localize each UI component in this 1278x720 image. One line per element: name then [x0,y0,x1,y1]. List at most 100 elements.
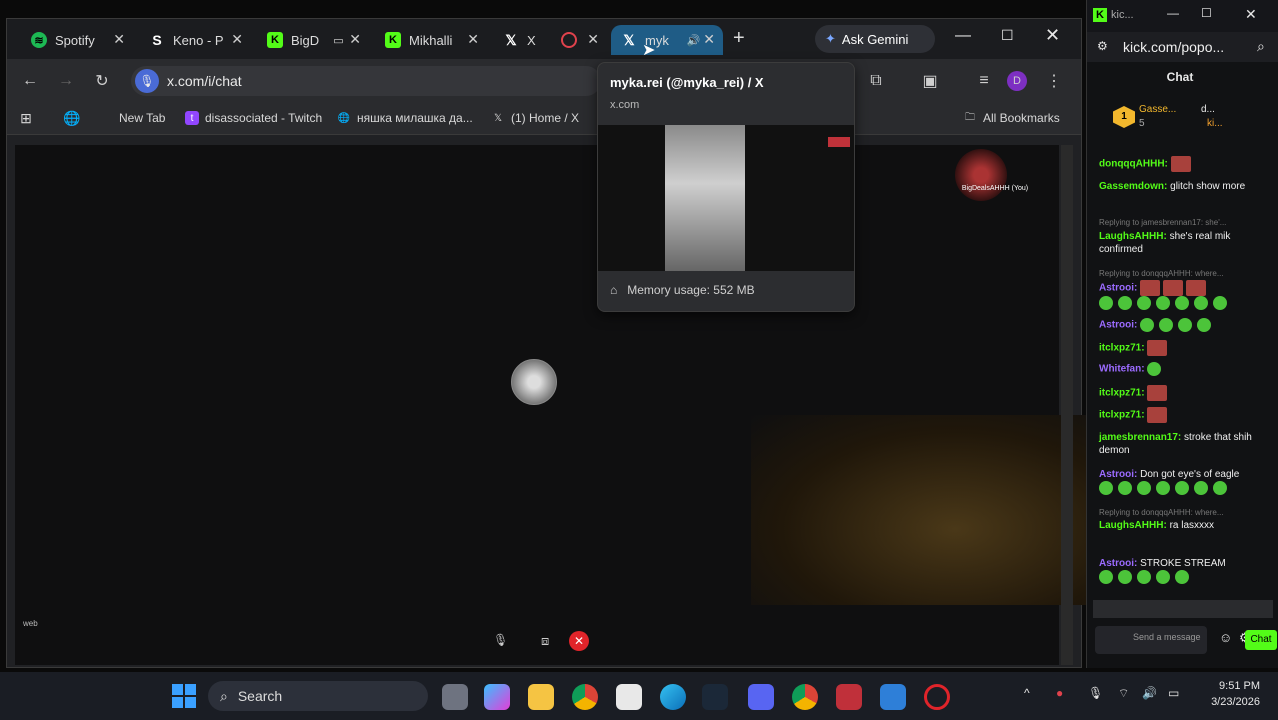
bookmark-new-tab[interactable]: New Tab [119,111,165,125]
mic-icon[interactable]: 🎙 [135,69,159,93]
close-icon[interactable]: ✕ [113,31,125,48]
close-window-button[interactable]: ✕ [1245,6,1257,23]
maximize-button[interactable]: ☐ [1201,6,1212,20]
chrome-icon[interactable] [572,684,598,710]
emote-bar[interactable] [1093,600,1273,618]
end-call-button[interactable]: ✕ [569,631,589,651]
chat-window-title: kic... [1111,9,1134,21]
clock-date[interactable]: 3/23/2026 [1196,696,1260,708]
mouse-cursor-icon: ➤ [642,42,656,59]
browser-window: ≋ Spotify ✕ S Keno - P ✕ K BigD ▭ ✕ K Mi… [6,18,1091,668]
memory-icon: ⌂ [610,283,618,297]
minimize-button[interactable]: — [1167,6,1179,20]
hover-preview-image [598,125,854,271]
call-view: BigDealsAHHH (You) web 🎙 ⧈ ✕ [15,145,1091,665]
tab-keno[interactable]: S Keno - P ✕ [139,25,251,55]
menu-icon[interactable]: ⋮ [1043,70,1065,92]
maximize-button[interactable]: ☐ [1001,27,1014,44]
chrome-profile-icon[interactable] [792,684,818,710]
scrollbar[interactable] [1061,145,1073,665]
copilot-icon[interactable] [484,684,510,710]
reply-context: Replying to donqqqAHHH: where... [1099,508,1224,517]
close-icon[interactable]: ✕ [231,31,243,48]
chat-message: itclxpz71: [1099,407,1267,423]
new-tab-button[interactable]: + [733,27,745,50]
opera-icon[interactable] [924,684,950,710]
close-icon[interactable]: ✕ [587,31,599,48]
task-view-icon[interactable] [442,684,468,710]
tab-hover-card: myka.rei (@myka_rei) / X x.com ⌂ Memory u… [597,62,855,312]
forward-button[interactable]: → [55,70,77,92]
extensions-icon[interactable]: ⧉ [865,70,887,92]
hover-title: myka.rei (@myka_rei) / X [610,75,764,90]
app-icon-red[interactable] [836,684,862,710]
bookmark-nyashka[interactable]: 🌐 няшка милашка да... [337,111,473,125]
file-explorer-icon[interactable] [528,684,554,710]
discord-icon[interactable] [748,684,774,710]
tab-spotify[interactable]: ≋ Spotify ✕ [21,25,133,55]
tab-record[interactable]: ✕ [551,25,607,55]
ask-gemini-label: Ask Gemini [841,31,909,47]
battery-icon[interactable]: ▭ [1168,686,1179,700]
site-settings-icon[interactable]: ⚙ [1097,39,1108,53]
record-icon[interactable]: ● [1056,686,1063,700]
chat-message: itclxpz71: [1099,340,1267,356]
minimize-button[interactable]: — [955,27,971,45]
windows-start-icon[interactable] [172,684,196,708]
profile-avatar[interactable]: D [1007,71,1027,91]
media-control-icon[interactable]: ≡ [973,70,995,92]
send-chat-button[interactable]: Chat [1245,630,1277,650]
apps-icon[interactable]: ⊞ [19,110,39,126]
speaker-icon[interactable]: 🔊 [687,34,701,47]
tab-x[interactable]: 𝕏 X [493,25,549,55]
close-icon[interactable]: ✕ [703,31,715,48]
globe-icon: 🌐 [337,112,351,124]
globe-icon[interactable]: 🌐 [63,110,85,126]
all-bookmarks[interactable]: 🗀 All Bookmarks [963,111,1060,125]
tab-mikhalli[interactable]: K Mikhalli ✕ [375,25,487,55]
store-icon[interactable] [616,684,642,710]
volume-icon[interactable]: 🔊 [1142,686,1157,700]
tab-bigd[interactable]: K BigD ▭ ✕ [257,25,369,55]
chat-input[interactable]: Send a message [1095,626,1207,654]
reply-context: Replying to donqqqAHHH: where... [1099,269,1224,278]
close-icon[interactable]: ✕ [349,31,361,48]
bookmark-twitch[interactable]: t disassociated - Twitch [185,111,322,125]
chat-message: LaughsAHHH: she's real mik confirmed [1099,231,1231,255]
participant-avatar [511,359,557,405]
tab-myka[interactable]: 𝕏 myk 🔊 ✕ [611,25,723,55]
top-gifter-name: Gasse... [1139,104,1177,115]
ask-gemini-button[interactable]: ✦ Ask Gemini [815,25,935,53]
close-window-button[interactable]: ✕ [1045,25,1060,46]
mute-button[interactable]: 🎙 [493,633,508,647]
share-screen-button[interactable]: ⧈ [541,633,549,649]
steam-icon[interactable] [702,684,728,710]
chat-message: LaughsAHHH: ra lasxxxx [1099,520,1215,531]
chat-message: donqqqAHHH: [1099,156,1267,172]
chat-message: Astrooi: [1099,318,1267,332]
wifi-icon[interactable]: ⌔ [1118,686,1129,701]
mic-icon[interactable]: 🎙 [1088,686,1103,700]
self-avatar [955,149,1007,201]
taskbar-search[interactable]: ⌕ Search [208,681,428,711]
emoji-icon[interactable]: ☺ [1219,630,1232,645]
tab-strip: ≋ Spotify ✕ S Keno - P ✕ K BigD ▭ ✕ K Mi… [7,19,1081,59]
chat-address-bar[interactable]: ⚙ kick.com/popo... ⌕ [1087,32,1278,62]
reload-button[interactable]: ↻ [91,70,113,92]
clock-time[interactable]: 9:51 PM [1206,680,1260,692]
gemini-icon: ✦ [825,31,836,46]
close-icon[interactable]: ✕ [467,31,479,48]
chat-message: Astrooi: STROKE STREAM [1099,557,1267,584]
app-icon-blue[interactable] [880,684,906,710]
address-bar[interactable]: 🎙 x.com/i/chat [131,66,601,96]
screen-share-icon[interactable]: ▣ [919,70,941,92]
tab-label: Mikhalli [409,32,453,48]
twitch-icon: t [185,111,199,125]
bookmark-x-home[interactable]: 𝕏 (1) Home / X [491,111,579,125]
chevron-up-icon[interactable]: ^ [1024,686,1030,700]
back-button[interactable]: ← [19,70,41,92]
search-icon[interactable]: ⌕ [1257,38,1265,55]
tab-label: Keno - P [173,32,224,48]
edge-icon[interactable] [660,684,686,710]
chat-message: jamesbrennan17: stroke that shih demon [1099,432,1252,456]
